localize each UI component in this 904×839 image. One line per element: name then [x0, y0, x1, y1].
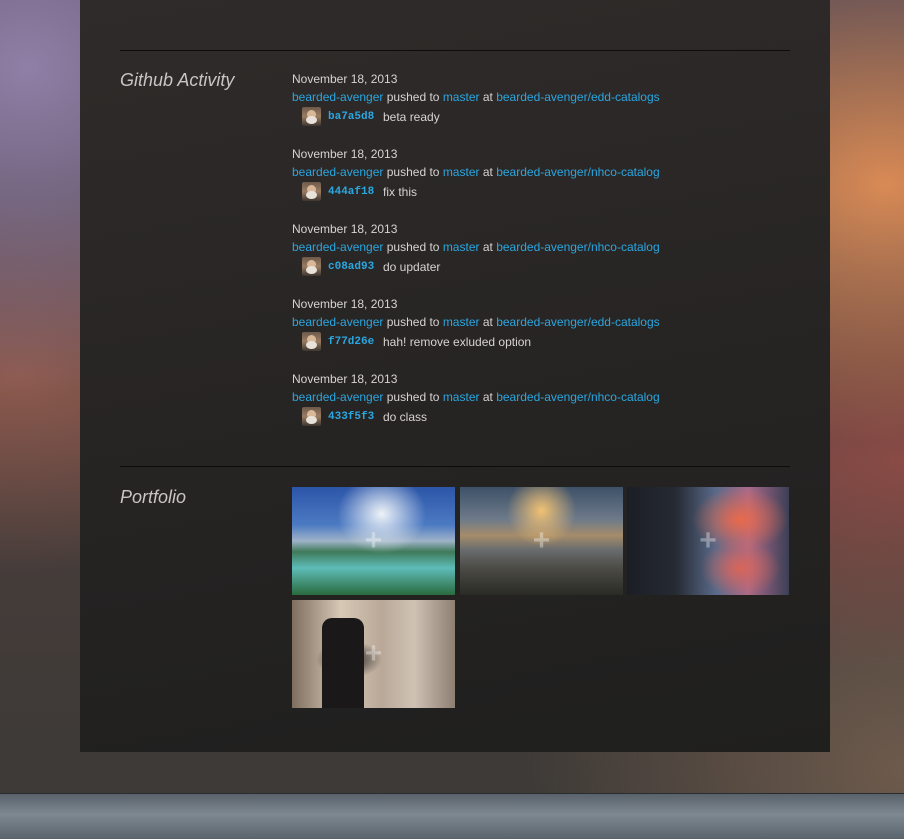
repo-link[interactable]: bearded-avenger/nhco-catalog — [496, 165, 659, 179]
event-at: at — [482, 90, 493, 104]
repo-link[interactable]: bearded-avenger/nhco-catalog — [496, 390, 659, 404]
event-date: November 18, 2013 — [292, 297, 398, 311]
user-link[interactable]: bearded-avenger — [292, 315, 383, 329]
commit-message: beta ready — [383, 110, 440, 124]
avatar — [302, 107, 321, 126]
event-at: at — [482, 165, 493, 179]
commit-sha-link[interactable]: c08ad93 — [328, 258, 374, 276]
event-action: pushed to — [386, 165, 440, 179]
branch-link[interactable]: master — [443, 165, 480, 179]
event-line: bearded-avenger pushed to master at bear… — [292, 313, 792, 331]
section-divider — [120, 50, 790, 51]
user-link[interactable]: bearded-avenger — [292, 390, 383, 404]
avatar — [302, 332, 321, 351]
event-action: pushed to — [386, 315, 440, 329]
user-link[interactable]: bearded-avenger — [292, 240, 383, 254]
activity-event: November 18, 2013 bearded-avenger pushed… — [292, 70, 792, 145]
user-link[interactable]: bearded-avenger — [292, 165, 383, 179]
commit-message: do class — [383, 410, 428, 424]
event-line: bearded-avenger pushed to master at bear… — [292, 163, 792, 181]
event-line: bearded-avenger pushed to master at bear… — [292, 88, 792, 106]
activity-event: November 18, 2013 bearded-avenger pushed… — [292, 370, 792, 445]
event-line: bearded-avenger pushed to master at bear… — [292, 238, 792, 256]
github-activity-list: November 18, 2013 bearded-avenger pushed… — [292, 70, 792, 445]
background-bottom-strip — [0, 793, 904, 839]
portfolio-heading: Portfolio — [120, 487, 187, 507]
section-divider — [120, 466, 790, 467]
avatar — [302, 182, 321, 201]
content-panel: Github Activity November 18, 2013 bearde… — [80, 0, 830, 752]
event-line: bearded-avenger pushed to master at bear… — [292, 388, 792, 406]
branch-link[interactable]: master — [443, 315, 480, 329]
commit-sha-link[interactable]: 444af18 — [328, 183, 374, 201]
portfolio-item-lake-sunset[interactable]: + — [627, 487, 789, 595]
repo-link[interactable]: bearded-avenger/edd-catalogs — [496, 315, 659, 329]
repo-link[interactable]: bearded-avenger/edd-catalogs — [496, 90, 659, 104]
plus-icon: + — [699, 524, 717, 557]
event-at: at — [482, 315, 493, 329]
commit-row: f77d26e hah! remove exluded option — [292, 332, 792, 352]
github-activity-heading: Github Activity — [120, 70, 235, 90]
branch-link[interactable]: master — [443, 390, 480, 404]
portfolio-item-couple-subway[interactable]: + — [292, 600, 455, 708]
branch-link[interactable]: master — [443, 240, 480, 254]
commit-message: do updater — [383, 260, 441, 274]
user-link[interactable]: bearded-avenger — [292, 90, 383, 104]
portfolio-item-mountain-sunset[interactable]: + — [460, 487, 623, 595]
avatar — [302, 407, 321, 426]
plus-icon: + — [532, 524, 551, 557]
activity-event: November 18, 2013 bearded-avenger pushed… — [292, 295, 792, 370]
commit-row: c08ad93 do updater — [292, 257, 792, 277]
portfolio-item-waterfall[interactable]: + — [292, 487, 455, 595]
event-date: November 18, 2013 — [292, 372, 398, 386]
event-at: at — [482, 390, 493, 404]
event-at: at — [482, 240, 493, 254]
event-action: pushed to — [386, 240, 440, 254]
repo-link[interactable]: bearded-avenger/nhco-catalog — [496, 240, 659, 254]
activity-event: November 18, 2013 bearded-avenger pushed… — [292, 220, 792, 295]
event-date: November 18, 2013 — [292, 222, 398, 236]
commit-row: ba7a5d8 beta ready — [292, 107, 792, 127]
plus-icon: + — [364, 524, 383, 557]
commit-message: fix this — [383, 185, 418, 199]
commit-row: 444af18 fix this — [292, 182, 792, 202]
commit-sha-link[interactable]: ba7a5d8 — [328, 108, 374, 126]
avatar — [302, 257, 321, 276]
event-date: November 18, 2013 — [292, 147, 398, 161]
plus-icon: + — [364, 637, 383, 670]
commit-message: hah! remove exluded option — [383, 335, 532, 349]
event-action: pushed to — [386, 90, 440, 104]
couple-figure — [322, 618, 364, 708]
commit-sha-link[interactable]: 433f5f3 — [328, 408, 374, 426]
commit-sha-link[interactable]: f77d26e — [328, 333, 374, 351]
branch-link[interactable]: master — [443, 90, 480, 104]
commit-row: 433f5f3 do class — [292, 407, 792, 427]
event-date: November 18, 2013 — [292, 72, 398, 86]
event-action: pushed to — [386, 390, 440, 404]
activity-event: November 18, 2013 bearded-avenger pushed… — [292, 145, 792, 220]
